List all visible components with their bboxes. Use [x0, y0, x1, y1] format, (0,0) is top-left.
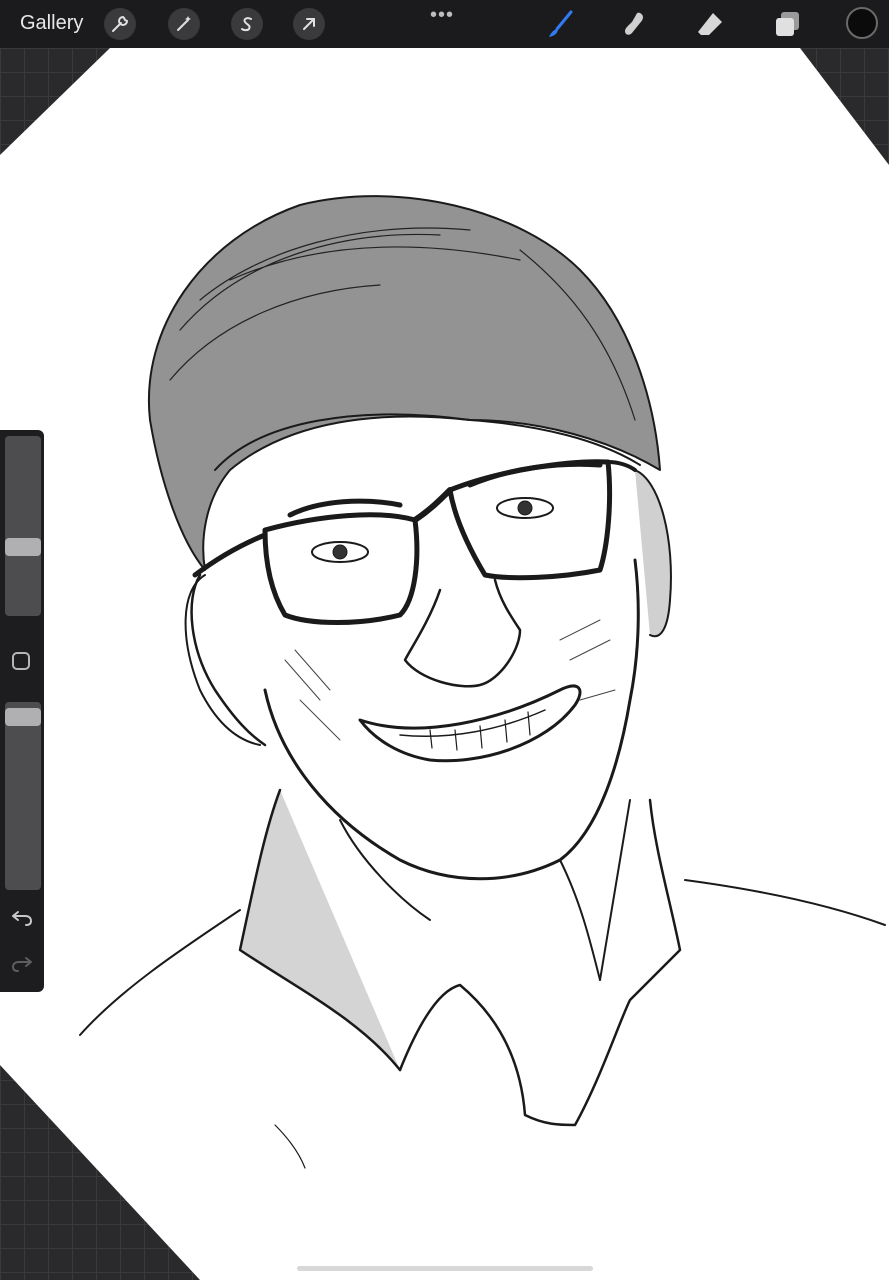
undo-icon[interactable]	[10, 906, 34, 930]
transform-arrow-icon[interactable]	[293, 8, 325, 40]
selection-s-icon[interactable]	[231, 8, 263, 40]
home-indicator[interactable]	[297, 1266, 593, 1271]
drawing-canvas[interactable]	[0, 0, 889, 1280]
brush-icon[interactable]	[542, 6, 578, 42]
redo-icon[interactable]	[10, 952, 34, 976]
magic-wand-icon[interactable]	[168, 8, 200, 40]
modify-button[interactable]	[12, 652, 30, 670]
more-options-icon[interactable]: •••	[430, 4, 454, 27]
wrench-icon[interactable]	[104, 8, 136, 40]
layers-icon[interactable]	[769, 6, 805, 42]
brush-size-slider[interactable]	[5, 436, 41, 616]
gallery-button[interactable]: Gallery	[20, 12, 83, 35]
top-toolbar: Gallery •••	[0, 0, 889, 48]
color-swatch[interactable]	[846, 7, 878, 39]
opacity-thumb[interactable]	[5, 708, 41, 726]
brush-size-thumb[interactable]	[5, 538, 41, 556]
smudge-icon[interactable]	[617, 6, 653, 42]
left-sidebar	[0, 430, 44, 992]
opacity-slider[interactable]	[5, 702, 41, 890]
eraser-icon[interactable]	[692, 6, 728, 42]
